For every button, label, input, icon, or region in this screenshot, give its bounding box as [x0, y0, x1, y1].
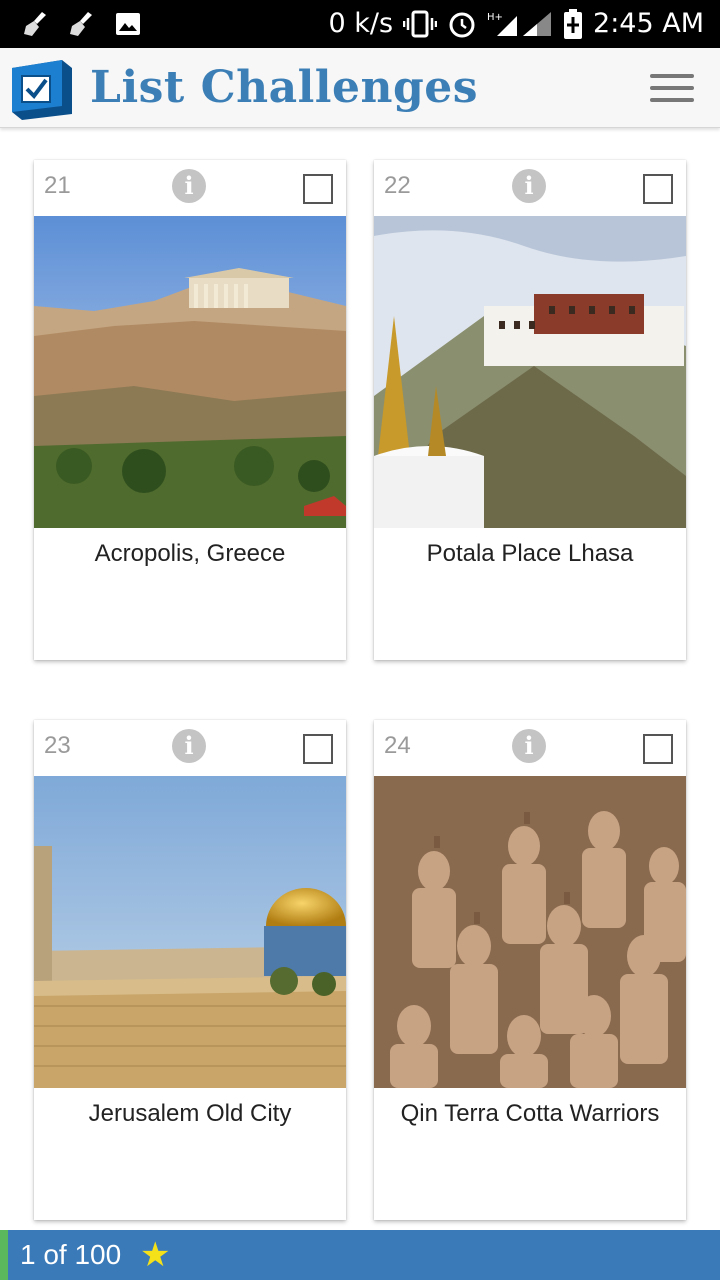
- jerusalem-image: [34, 776, 346, 1088]
- item-image[interactable]: [34, 776, 346, 1088]
- item-title: Jerusalem Old City: [88, 1100, 292, 1127]
- image-icon: [116, 13, 140, 35]
- item-checkbox[interactable]: [303, 174, 333, 204]
- status-bar: 0 k/s H+ 2:45 AM: [0, 0, 720, 48]
- info-icon[interactable]: i: [172, 169, 206, 203]
- info-icon[interactable]: i: [512, 169, 546, 203]
- info-icon[interactable]: i: [172, 729, 206, 763]
- system-status: 0 k/s H+ 2:45 AM: [328, 8, 704, 39]
- list-item-card[interactable]: 23 i Jerusalem Old City: [34, 720, 346, 1220]
- item-title: Qin Terra Cotta Warriors: [400, 1100, 660, 1127]
- alarm-icon: [449, 12, 475, 37]
- list-item-card[interactable]: 21 i Acropolis, Greece: [34, 160, 346, 660]
- app-bar: List Challenges: [0, 48, 720, 128]
- item-image[interactable]: [34, 216, 346, 528]
- item-number: 21: [44, 172, 71, 199]
- progress-text: 1 of 100: [20, 1239, 122, 1270]
- signal-icon: H+: [487, 11, 552, 36]
- item-checkbox[interactable]: [303, 734, 333, 764]
- broom-icon: [24, 12, 46, 36]
- menu-icon: [650, 74, 694, 78]
- potala-palace-image: [374, 216, 686, 528]
- battery-charging-icon: [564, 8, 583, 39]
- acropolis-image: [34, 216, 346, 528]
- item-number: 22: [384, 172, 411, 199]
- network-speed: 0 k/s: [328, 8, 394, 39]
- vibrate-icon: [403, 10, 438, 37]
- item-checkbox[interactable]: [643, 174, 673, 204]
- item-checkbox[interactable]: [643, 734, 673, 764]
- menu-button[interactable]: [650, 74, 694, 104]
- broom-icon: [70, 12, 92, 36]
- clock: 2:45 AM: [593, 8, 704, 39]
- item-number: 24: [384, 732, 411, 759]
- item-title: Potala Place Lhasa: [426, 540, 634, 567]
- terra-cotta-warriors-image: [374, 776, 686, 1088]
- logo-icon: [12, 60, 72, 120]
- star-icon[interactable]: ★: [140, 1238, 170, 1272]
- item-image[interactable]: [374, 776, 686, 1088]
- notification-icons: [22, 10, 142, 38]
- list-item-card[interactable]: 22 i Potala Place Lhasa: [374, 160, 686, 660]
- list-item-card[interactable]: 24 i Qin Terra Cotta Warriors: [374, 720, 686, 1220]
- app-title: List Challenges: [90, 62, 479, 113]
- progress-bar[interactable]: 1 of 100 ★: [0, 1230, 720, 1280]
- progress-accent: [0, 1230, 8, 1280]
- svg-text:H+: H+: [487, 12, 503, 23]
- item-number: 23: [44, 732, 71, 759]
- item-image[interactable]: [374, 216, 686, 528]
- info-icon[interactable]: i: [512, 729, 546, 763]
- item-title: Acropolis, Greece: [94, 540, 286, 567]
